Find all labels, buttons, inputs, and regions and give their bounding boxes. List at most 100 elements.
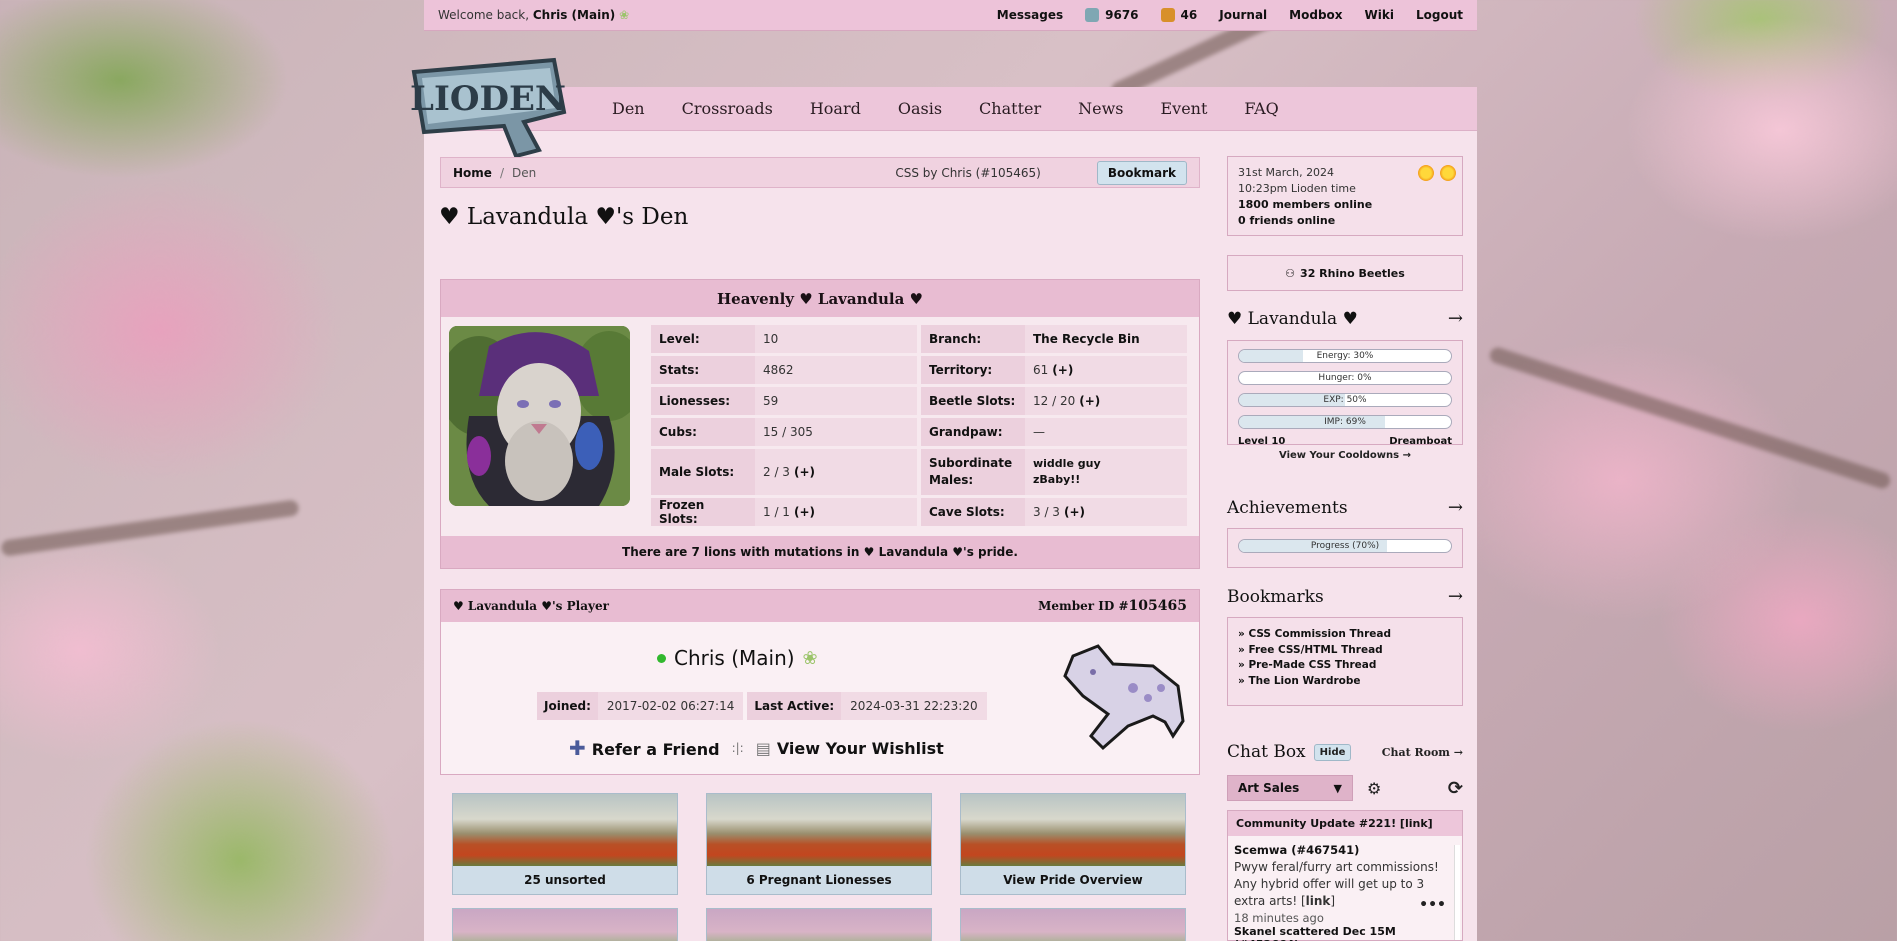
achievements-heading: Achievements → — [1227, 497, 1463, 518]
nav-faq[interactable]: FAQ — [1244, 99, 1278, 118]
subordinate-male-link[interactable]: zBaby!! — [1033, 472, 1080, 488]
chat-room-link[interactable]: Chat Room → — [1382, 746, 1463, 759]
tile-image — [707, 794, 931, 866]
imp-bar: IMP: 69% — [1238, 415, 1452, 429]
nav-chatter[interactable]: Chatter — [979, 99, 1041, 118]
branch-link[interactable]: The Recycle Bin — [1025, 325, 1187, 353]
bookmark-link[interactable]: » CSS Commission Thread — [1238, 627, 1452, 643]
bookmark-link[interactable]: » Pre-Made CSS Thread — [1238, 658, 1452, 674]
bookmark-link[interactable]: » The Lion Wardrobe — [1238, 674, 1452, 690]
nav-news[interactable]: News — [1078, 99, 1123, 118]
chat-message-user[interactable]: Scemwa (#467541) — [1234, 842, 1456, 859]
refer-friend-link[interactable]: ✚ Refer a Friend — [569, 736, 720, 760]
hunger-bar: Hunger: 0% — [1238, 371, 1452, 385]
male-slots-plus-link[interactable]: (+) — [794, 465, 815, 479]
last-active-date: Last Active: 2024-03-31 22:23:20 — [747, 692, 987, 720]
arrow-right-icon[interactable]: → — [1448, 497, 1463, 518]
welcome-user[interactable]: Chris (Main) — [533, 8, 615, 22]
player-name[interactable]: Chris (Main) — [674, 646, 795, 670]
chat-message: Scemwa (#467541) Pwyw feral/furry art co… — [1228, 836, 1462, 933]
time-box: 31st March, 2024 10:23pm Lioden time 180… — [1227, 156, 1463, 236]
friends-online[interactable]: 0 friends online — [1238, 214, 1335, 227]
arrow-right-icon[interactable]: → — [1448, 308, 1463, 329]
modbox-link[interactable]: Modbox — [1289, 8, 1342, 22]
exp-bar: EXP: 50% — [1238, 393, 1452, 407]
more-options-icon[interactable]: ••• — [1419, 897, 1446, 913]
cave-slots-plus-link[interactable]: (+) — [1064, 505, 1085, 519]
tile-label: View Pride Overview — [961, 866, 1185, 894]
nav-den[interactable]: Den — [612, 99, 645, 118]
beetles-counter[interactable]: 9676 — [1085, 8, 1139, 22]
main-nav: Den Crossroads Hoard Oasis Chatter News … — [424, 87, 1477, 131]
bookmark-button[interactable]: Bookmark — [1096, 160, 1187, 185]
player-header-title: ♥ Lavandula ♥'s Player — [453, 599, 609, 613]
chat-hide-button[interactable]: Hide — [1313, 743, 1352, 761]
lion-sidebar-title[interactable]: ♥ Lavandula ♥ — [1227, 309, 1358, 329]
tile-image[interactable] — [706, 908, 932, 941]
wiki-link[interactable]: Wiki — [1365, 8, 1394, 22]
player-name-row: Chris (Main) ❀ — [657, 646, 818, 670]
chat-box: Community Update #221! [link] Scemwa (#4… — [1227, 810, 1463, 941]
stat-beetle-slots: Beetle Slots: 12 / 20 (+) — [921, 387, 1187, 415]
stat-branch: Branch: The Recycle Bin — [921, 325, 1187, 353]
arrow-right-icon[interactable]: → — [1448, 586, 1463, 607]
lion-title-text: Dreamboat — [1389, 436, 1452, 447]
territory-plus-link[interactable]: (+) — [1052, 363, 1073, 377]
lion-info-panel: Heavenly ♥ Lavandula ♥ Level: 10 Branch: T… — [440, 279, 1200, 569]
chat-scrollbar[interactable] — [1454, 845, 1460, 940]
pixel-lion-sprite[interactable] — [1053, 636, 1193, 754]
subordinate-male-link[interactable]: widdle guy — [1033, 456, 1101, 472]
pregnant-tile[interactable]: 6 Pregnant Lionesses — [706, 793, 932, 895]
nav-crossroads[interactable]: Crossroads — [682, 99, 773, 118]
bg-branch — [0, 499, 300, 557]
rhino-beetles-box[interactable]: ⚇ 32 Rhino Beetles — [1227, 255, 1463, 291]
logout-link[interactable]: Logout — [1416, 8, 1463, 22]
chat-message-link[interactable]: link — [1306, 894, 1331, 908]
stat-territory: Territory: 61 (+) — [921, 356, 1187, 384]
joined-date: Joined: 2017-02-02 06:27:14 — [537, 692, 744, 720]
css-credit[interactable]: CSS by Chris (#105465) — [895, 166, 1041, 180]
frozen-slots-plus-link[interactable]: (+) — [794, 505, 815, 519]
lion-portrait[interactable] — [449, 326, 630, 506]
breadcrumb-home[interactable]: Home — [453, 166, 492, 180]
gear-icon[interactable]: ⚙ — [1367, 779, 1381, 798]
unsorted-tile[interactable]: 25 unsorted — [452, 793, 678, 895]
level-row: Level 10 Dreamboat — [1238, 436, 1452, 447]
wishlist-link[interactable]: ▤ View Your Wishlist — [756, 739, 944, 758]
beetle-slots-plus-link[interactable]: (+) — [1079, 394, 1100, 408]
svg-text:LIODEN: LIODEN — [410, 79, 566, 119]
nav-oasis[interactable]: Oasis — [898, 99, 942, 118]
tile-image[interactable] — [960, 908, 1186, 941]
gem-icon — [1160, 8, 1175, 22]
energy-bar: Energy: 30% — [1238, 349, 1452, 363]
bookmarks-list: » CSS Commission Thread » Free CSS/HTML … — [1227, 617, 1463, 706]
messages-link[interactable]: Messages — [997, 8, 1063, 22]
sun-icon — [1440, 165, 1456, 181]
chat-title: Chat Box — [1227, 742, 1306, 762]
chat-message-user[interactable]: Skanel scattered Dec 15M (#452664) — [1234, 925, 1462, 941]
bookmark-link[interactable]: » Free CSS/HTML Thread — [1238, 643, 1452, 659]
member-id: Member ID #105465 — [1038, 598, 1187, 614]
tile-label: 6 Pregnant Lionesses — [707, 866, 931, 894]
mutations-notice[interactable]: There are 7 lions with mutations in ♥ La… — [441, 536, 1199, 568]
bg-branch — [1487, 345, 1893, 491]
journal-link[interactable]: Journal — [1219, 8, 1267, 22]
stat-level: Level: 10 — [651, 325, 917, 353]
chat-room-select[interactable]: Art Sales ▼ — [1227, 775, 1353, 801]
lioden-logo[interactable]: LIODEN — [404, 52, 574, 160]
chat-announcement[interactable]: Community Update #221! [link] — [1228, 811, 1462, 836]
lion-name[interactable]: Heavenly ♥ Lavandula ♥ — [441, 280, 1199, 317]
nav-event[interactable]: Event — [1160, 99, 1207, 118]
breadcrumb-current: Den — [511, 165, 537, 180]
chat-controls: Art Sales ▼ ⚙ ⟳ — [1227, 775, 1463, 801]
gems-counter[interactable]: 46 — [1160, 8, 1197, 22]
pride-overview-tile[interactable]: View Pride Overview — [960, 793, 1186, 895]
nav-hoard[interactable]: Hoard — [810, 99, 861, 118]
tile-image[interactable] — [452, 908, 678, 941]
lion-stats-table: Level: 10 Branch: The Recycle Bin Stats: 48… — [651, 325, 1191, 529]
lion-portrait-art — [449, 326, 630, 506]
members-online[interactable]: 1800 members online — [1238, 198, 1372, 211]
refresh-icon[interactable]: ⟳ — [1448, 778, 1463, 799]
welcome-text: Welcome back, Chris (Main) ❀ — [438, 8, 630, 22]
cooldowns-link[interactable]: View Your Cooldowns → — [1238, 450, 1452, 461]
